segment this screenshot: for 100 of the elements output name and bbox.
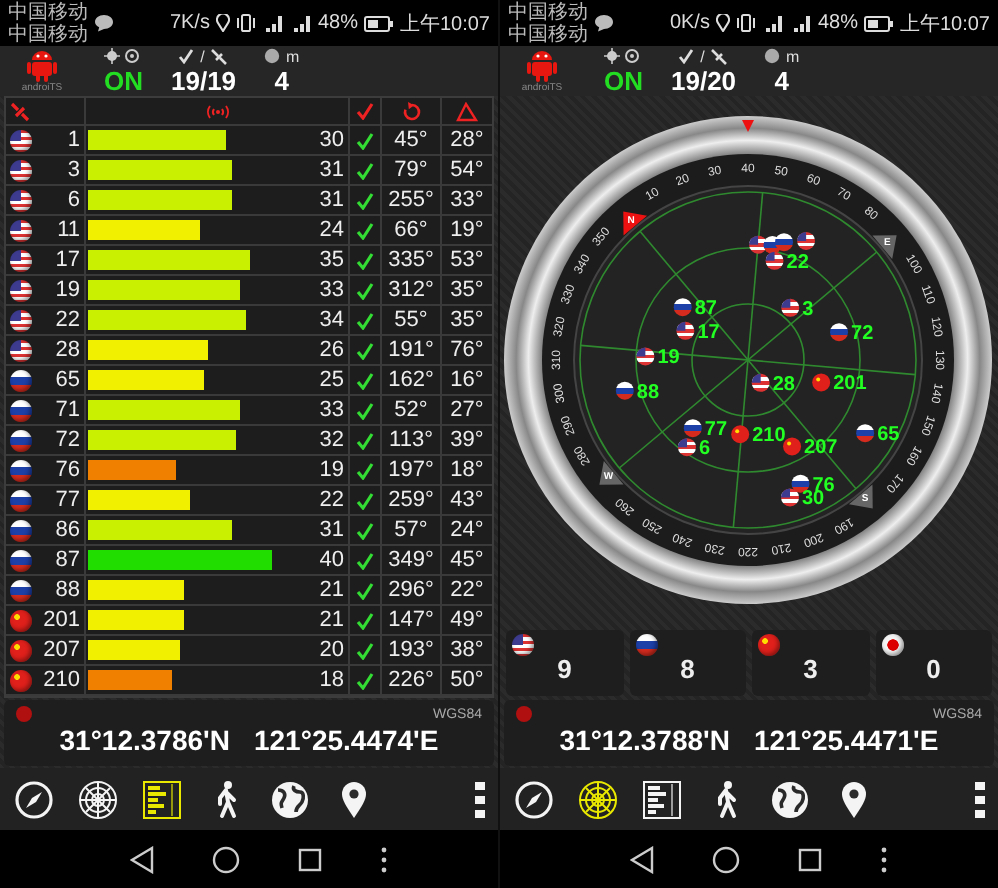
prn-number: 86 [55,517,80,543]
satellite-label: 17 [697,321,720,344]
azimuth-value: 226° [388,667,434,693]
fix-status: ON [604,65,643,95]
snr-value: 18 [319,667,346,693]
azimuth-value: 197° [388,457,434,483]
recents-icon[interactable] [798,847,823,871]
gps-icon [604,48,643,64]
separator-text: / [700,47,705,65]
satellite-count: 3 [801,656,820,684]
bar-list-icon [141,779,181,819]
snr-value: 40 [319,547,346,573]
flag-icon [673,298,692,317]
satellite-label: 207 [804,437,838,460]
flag-icon [783,437,802,456]
flag-icon [636,347,655,366]
satellite-count: 9 [555,656,574,684]
elevation-value: 49° [450,607,484,633]
longitude-value: 121°25.4474'E [253,724,439,756]
snr-value: 35 [319,247,346,273]
flag-icon [10,549,32,571]
accuracy-value: 4 [274,65,289,95]
carrier-name: 中国移动 [8,1,88,23]
elevation-value: 18° [450,457,484,483]
flag-icon [856,424,875,443]
carrier-name: 中国移动 [508,1,588,23]
satellite-label: 22 [786,251,809,274]
gps-icon [104,48,143,64]
location-icon [215,14,230,32]
satellite-label: 210 [752,425,786,448]
vibrate-icon [235,14,256,32]
satellite-icon [10,101,30,121]
flag-icon [10,159,32,181]
flag-icon [615,381,634,400]
elevation-value: 54° [450,157,484,183]
home-icon[interactable] [211,845,240,873]
elevation-value: 27° [450,397,484,423]
menu-icon[interactable] [380,845,389,873]
flag-icon [731,425,750,444]
azimuth-value: 55° [394,307,428,333]
menu-icon[interactable] [880,845,889,873]
snr-value: 21 [319,607,346,633]
azimuth-value: 79° [394,157,428,183]
compass-icon [13,779,53,819]
recents-icon[interactable] [298,847,323,871]
prn-number: 72 [55,427,80,453]
snr-value: 33 [319,397,346,423]
snr-value: 31 [319,187,346,213]
azimuth-value: 162° [388,367,434,393]
flag-icon [10,399,32,421]
separator-text: / [200,47,205,65]
snr-value: 21 [319,577,346,603]
robot-icon [526,48,558,82]
flag-icon [10,489,32,511]
cardinal-marker [599,460,624,485]
cardinal-marker [623,211,648,236]
map-pin-icon [839,779,867,819]
signal-icon [789,14,812,32]
cardinal-marker [872,235,897,260]
snr-value: 24 [319,217,346,243]
satellite-label: 19 [657,347,680,370]
elevation-value: 16° [450,367,484,393]
azimuth-value: 193° [388,637,434,663]
check-icon [178,48,195,64]
flag-icon [758,634,780,656]
check-icon [356,102,374,120]
accuracy-value: 4 [774,65,789,95]
azimuth-value: 52° [394,397,428,423]
satellite-label: 87 [694,298,717,321]
latitude-value: 31°12.3786'N [59,724,230,756]
chat-bubble-icon [94,14,114,32]
flag-icon [781,298,800,317]
radar-icon [577,779,617,819]
home-icon[interactable] [711,845,740,873]
flag-icon [791,474,810,493]
flag-icon [10,249,32,271]
back-icon[interactable] [629,845,654,873]
prn-number: 201 [43,607,80,633]
azimuth-value: 191° [388,337,434,363]
prn-number: 207 [43,637,80,663]
flag-icon [512,634,534,656]
network-speed: 7K/s [169,12,210,34]
battery-percent: 48% [317,12,358,34]
elevation-value: 22° [450,577,484,603]
signal-icon [289,14,312,32]
latitude-value: 31°12.3788'N [559,724,730,756]
azimuth-value: 66° [394,217,428,243]
flag-icon [10,219,32,241]
flag-icon [10,309,32,331]
flag-icon [10,129,32,151]
signal-icon [206,103,230,119]
back-icon[interactable] [129,845,154,873]
prn-number: 11 [57,217,80,243]
satellite-label: 77 [704,419,728,442]
azimuth-value: 113° [389,427,433,453]
azimuth-value: 312° [388,277,434,303]
clock-time: 上午10:07 [399,11,490,37]
elevation-value: 35° [450,277,484,303]
snr-value: 25 [319,367,346,393]
satellite-label: 88 [636,381,660,404]
